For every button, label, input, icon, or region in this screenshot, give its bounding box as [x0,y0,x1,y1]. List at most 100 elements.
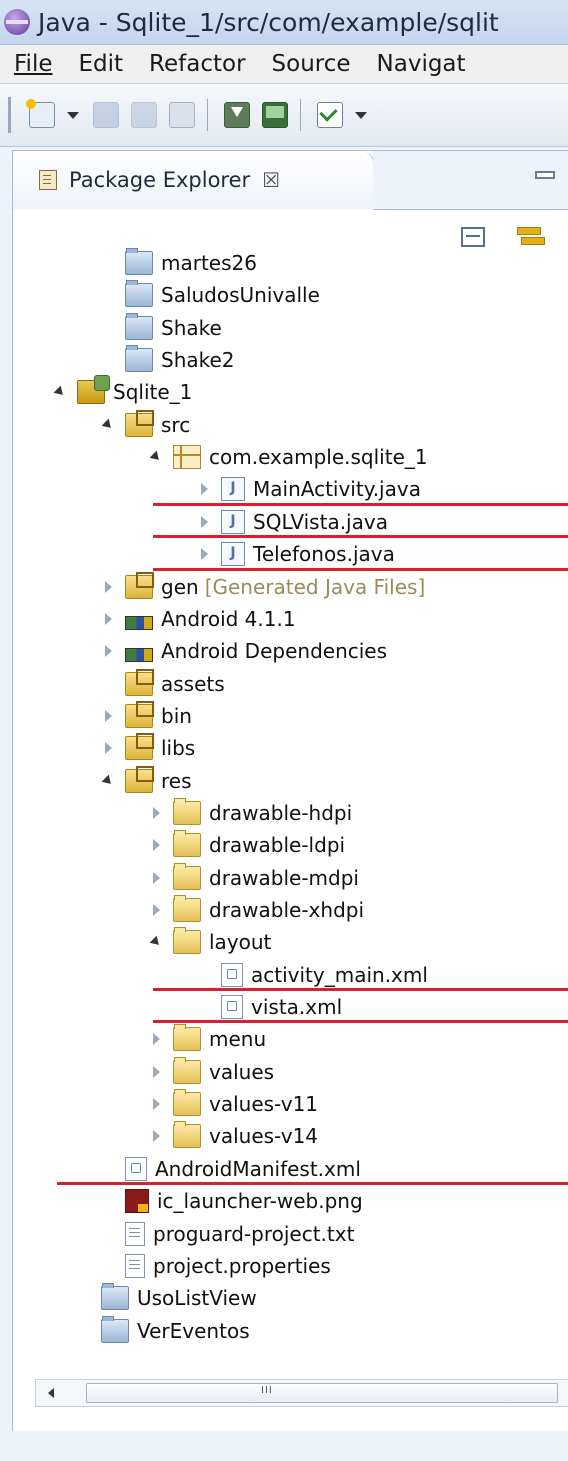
image-icon[interactable] [262,102,288,128]
view-actions [13,209,568,265]
tree-item[interactable]: gen [Generated Java Files] [101,571,425,603]
collapse-all-icon[interactable] [461,227,485,247]
tree-item[interactable]: J SQLVista.java [197,506,388,538]
tree-item[interactable]: vista.xml [197,991,342,1023]
tree-item[interactable]: AndroidManifest.xml [101,1153,361,1185]
tree-item[interactable]: ic_launcher-web.png [101,1185,363,1217]
tree-item[interactable]: res [101,765,192,797]
collapsed-arrow-icon[interactable] [101,643,117,659]
tree-item[interactable]: Sqlite_1 [53,375,192,408]
new-dropdown-icon[interactable] [67,111,79,119]
tree-item[interactable]: Shake [101,312,222,344]
link-with-editor-icon[interactable] [517,221,545,249]
tree-item[interactable]: project.properties [101,1250,331,1282]
toolbar-grip[interactable] [8,97,11,133]
expanded-arrow-icon[interactable] [149,449,165,465]
tree-item[interactable]: drawable-hdpi [149,797,352,829]
collapsed-arrow-icon[interactable] [149,902,165,918]
tree-item[interactable]: J MainActivity.java [197,473,421,505]
tree-item-label: AndroidManifest.xml [155,1156,361,1181]
collapsed-arrow-icon[interactable] [101,611,117,627]
close-view-icon[interactable]: ☒ [262,168,280,192]
folder-icon [173,797,201,825]
collapsed-arrow-icon[interactable] [149,870,165,886]
tree-item[interactable]: SaludosUnivalle [101,279,320,311]
tree-item[interactable]: src [101,409,190,441]
check-icon[interactable] [317,102,343,128]
tree-item[interactable]: VerEventos [77,1315,250,1347]
tree-item[interactable]: menu [149,1023,266,1055]
folder-icon [173,862,201,890]
tree-item[interactable]: com.example.sqlite_1 [149,441,428,473]
tree-item[interactable]: assets [101,668,225,700]
window-title: Java - Sqlite_1/src/com/example/sqlit [38,7,499,37]
tree-item[interactable]: values-v14 [149,1120,318,1152]
tree-item[interactable]: martes26 [101,247,257,279]
tree-item[interactable]: activity_main.xml [197,959,428,991]
menu-file[interactable]: File [14,51,53,77]
horizontal-scrollbar[interactable]: III [35,1379,568,1407]
tree-item-label: UsoListView [137,1286,257,1311]
package-explorer-tab[interactable]: Package Explorer ☒ [13,151,374,209]
check-dropdown-icon[interactable] [355,111,367,119]
tree-item[interactable]: UsoListView [77,1282,257,1314]
tree-item[interactable]: Android 4.1.1 [101,603,296,635]
tree-item-label: layout [209,930,272,955]
tree-item[interactable]: Android Dependencies [101,635,387,667]
collapsed-arrow-icon[interactable] [101,740,117,756]
expanded-arrow-icon[interactable] [149,934,165,950]
collapsed-arrow-icon[interactable] [101,579,117,595]
expanded-arrow-icon[interactable] [101,773,117,789]
collapsed-arrow-icon[interactable] [197,481,213,497]
scroll-left-icon[interactable] [48,1388,54,1398]
tree-item[interactable]: drawable-mdpi [149,862,359,894]
tree-item[interactable]: values [149,1056,274,1088]
save-all-icon[interactable] [131,102,157,128]
collapsed-arrow-icon[interactable] [149,1096,165,1112]
tree-item-label: res [161,768,192,793]
expanded-arrow-icon[interactable] [53,384,69,400]
tree-item[interactable]: drawable-ldpi [149,829,345,861]
save-icon[interactable] [93,102,119,128]
android-proj-icon [77,375,110,405]
tree-item-label: Android Dependencies [161,639,388,664]
tree-item[interactable]: Shake2 [101,344,235,376]
tree-item[interactable]: bin [101,700,192,732]
tree-item[interactable]: drawable-xhdpi [149,894,364,926]
scroll-thumb[interactable] [86,1383,558,1403]
tree-item-label: libs [161,736,196,761]
collapsed-arrow-icon[interactable] [149,805,165,821]
collapsed-arrow-icon[interactable] [101,708,117,724]
print-icon[interactable] [169,102,195,128]
srcfolder-icon [125,668,154,696]
collapsed-arrow-icon[interactable] [149,1031,165,1047]
folder-icon [173,1024,201,1052]
collapsed-arrow-icon[interactable] [149,837,165,853]
tree-item-label: proguard-project.txt [153,1221,355,1246]
folder-icon [173,1121,201,1149]
project-icon [101,1283,129,1311]
tree-item-label: Android 4.1.1 [161,606,296,631]
eclipse-icon [4,9,30,35]
collapsed-arrow-icon[interactable] [197,514,213,530]
tree-item[interactable]: proguard-project.txt [101,1218,354,1250]
tree-item[interactable]: layout [149,926,271,958]
srcfolder-icon [125,700,154,728]
toolbar-separator [300,99,301,131]
menu-refactor[interactable]: Refactor [149,51,245,77]
tree-item[interactable]: J Telefonos.java [197,538,395,570]
collapsed-arrow-icon[interactable] [149,1064,165,1080]
png-icon [125,1189,149,1214]
minimize-icon[interactable] [535,171,555,179]
collapsed-arrow-icon[interactable] [197,546,213,562]
collapsed-arrow-icon[interactable] [149,1128,165,1144]
tree-item[interactable]: libs [101,732,195,764]
tree-item-label: drawable-mdpi [209,865,359,890]
menu-source[interactable]: Source [272,51,351,77]
download-icon[interactable] [224,102,250,128]
tree-item[interactable]: values-v11 [149,1088,318,1120]
menu-navigate[interactable]: Navigat [377,51,466,77]
menu-edit[interactable]: Edit [79,51,124,77]
expanded-arrow-icon[interactable] [101,417,117,433]
new-icon[interactable] [26,99,55,128]
